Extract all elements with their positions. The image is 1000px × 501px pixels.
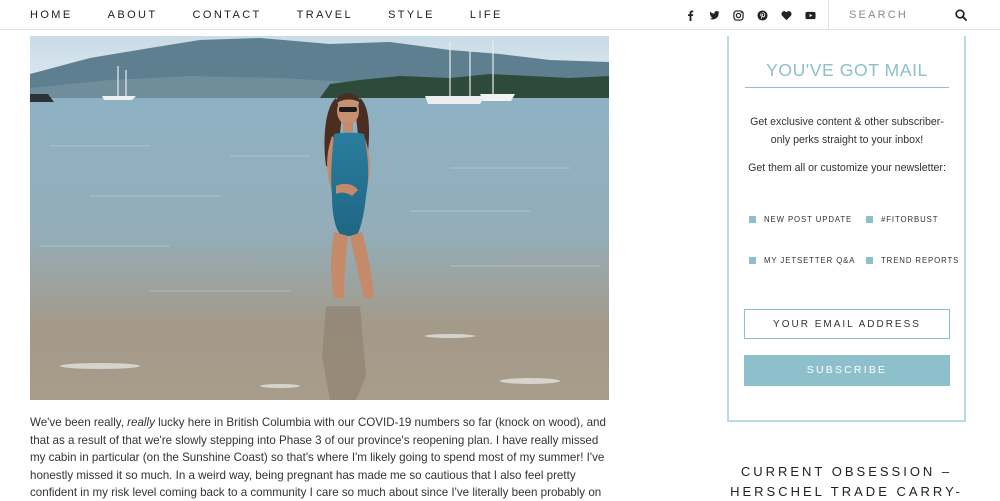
nav-travel[interactable]: TRAVEL — [297, 0, 353, 30]
main-nav: HOME ABOUT CONTACT TRAVEL STYLE LIFE — [30, 0, 503, 30]
youtube-icon[interactable] — [798, 0, 822, 30]
social-links — [678, 0, 822, 30]
checkbox[interactable] — [866, 216, 873, 223]
checkbox[interactable] — [749, 257, 756, 264]
option-label: #FITORBUST — [881, 215, 939, 224]
post-paragraph: We've been really, really lucky here in … — [30, 414, 610, 501]
option-new-post-update[interactable]: NEW POST UPDATE — [749, 215, 852, 224]
option-label: TREND REPORTS — [881, 256, 960, 265]
newsletter-description: Get exclusive content & other subscriber… — [750, 116, 944, 146]
top-bar: HOME ABOUT CONTACT TRAVEL STYLE LIFE — [0, 0, 1000, 30]
newsletter-title-divider — [745, 87, 949, 88]
newsletter-subtext: Get them all or customize your newslette… — [748, 162, 946, 174]
nav-home[interactable]: HOME — [30, 0, 73, 30]
nav-life[interactable]: LIFE — [470, 0, 503, 30]
post-text-start: We've been really, — [30, 416, 128, 429]
search-icon[interactable] — [955, 9, 967, 21]
post-text-emphasis: really — [127, 416, 155, 429]
subscribe-button[interactable]: SUBSCRIBE — [744, 355, 950, 386]
search-input[interactable] — [849, 6, 949, 24]
newsletter-title: YOU'VE GOT MAIL — [766, 60, 928, 80]
option-jetsetter-qa[interactable]: MY JETSETTER Q&A — [749, 256, 855, 265]
search-box — [828, 0, 1000, 30]
nav-contact[interactable]: CONTACT — [193, 0, 262, 30]
instagram-icon[interactable] — [726, 0, 750, 30]
checkbox[interactable] — [866, 257, 873, 264]
option-fitorbust[interactable]: #FITORBUST — [866, 215, 938, 224]
facebook-icon[interactable] — [678, 0, 702, 30]
option-label: MY JETSETTER Q&A — [764, 256, 856, 265]
option-label: NEW POST UPDATE — [764, 215, 853, 224]
newsletter-box: YOU'VE GOT MAIL Get exclusive content & … — [727, 36, 966, 422]
pinterest-icon[interactable] — [750, 0, 774, 30]
checkbox[interactable] — [749, 216, 756, 223]
post-photo — [30, 36, 609, 400]
bloglovin-heart-icon[interactable] — [774, 0, 798, 30]
nav-about[interactable]: ABOUT — [108, 0, 158, 30]
email-field[interactable] — [744, 309, 950, 339]
twitter-icon[interactable] — [702, 0, 726, 30]
option-trend-reports[interactable]: TREND REPORTS — [866, 256, 959, 265]
current-obsession-heading: CURRENT OBSESSION – HERSCHEL TRADE CARRY… — [730, 464, 963, 499]
nav-style[interactable]: STYLE — [388, 0, 435, 30]
